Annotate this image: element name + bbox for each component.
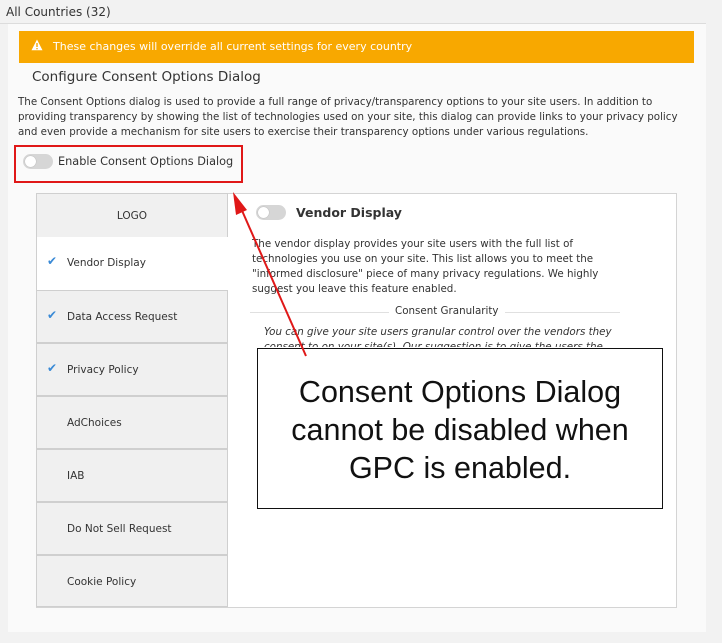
granularity-label: Consent Granularity — [389, 305, 505, 317]
nav-item-adchoices[interactable]: AdChoices — [36, 396, 228, 449]
nav-item-label: LOGO — [116, 210, 148, 222]
callout-line: GPC is enabled. — [348, 451, 572, 485]
warning-icon — [31, 39, 43, 51]
vendor-display-description: The vendor display provides your site us… — [252, 238, 599, 295]
nav-item-do-not-sell-request[interactable]: Do Not Sell Request — [36, 502, 228, 555]
callout-text: Consent Options Dialog cannot be disable… — [258, 373, 662, 487]
nav-item-privacy-policy[interactable]: ✔ Privacy Policy — [36, 343, 228, 396]
nav-item-label: Vendor Display — [67, 257, 146, 269]
vendor-display-title: Vendor Display — [296, 205, 402, 220]
section-description: The Consent Options dialog is used to pr… — [18, 96, 678, 138]
options-nav: LOGO ✔ Vendor Display ✔ Data Access Requ… — [36, 193, 228, 607]
warning-text: These changes will override all current … — [53, 40, 413, 53]
check-icon: ✔ — [47, 308, 58, 322]
nav-item-vendor-display[interactable]: ✔ Vendor Display — [36, 237, 228, 290]
nav-item-data-access-request[interactable]: ✔ Data Access Request — [36, 290, 228, 343]
warning-banner: These changes will override all current … — [19, 31, 694, 63]
callout-box: Consent Options Dialog cannot be disable… — [257, 348, 663, 509]
nav-item-label: Privacy Policy — [67, 364, 139, 376]
check-icon: ✔ — [47, 254, 58, 268]
header-strip: All Countries (32) — [0, 0, 706, 24]
nav-item-label: AdChoices — [67, 417, 122, 429]
nav-item-label: IAB — [67, 470, 85, 482]
page-title: All Countries (32) — [6, 5, 111, 19]
highlight-outline — [14, 145, 243, 183]
nav-item-label: Cookie Policy — [67, 576, 137, 588]
nav-item-label: Data Access Request — [67, 311, 178, 323]
granularity-text: You can give your site users granular co… — [264, 326, 612, 347]
vendor-display-toggle[interactable] — [256, 205, 286, 220]
toggle-knob — [258, 207, 269, 218]
nav-item-cookie-policy[interactable]: Cookie Policy — [36, 555, 228, 607]
nav-item-iab[interactable]: IAB — [36, 449, 228, 502]
callout-line: cannot be disabled when — [291, 413, 629, 447]
nav-item-label: Do Not Sell Request — [67, 523, 172, 535]
check-icon: ✔ — [47, 361, 58, 375]
callout-line: Consent Options Dialog — [298, 375, 622, 409]
section-title: Configure Consent Options Dialog — [32, 69, 261, 85]
